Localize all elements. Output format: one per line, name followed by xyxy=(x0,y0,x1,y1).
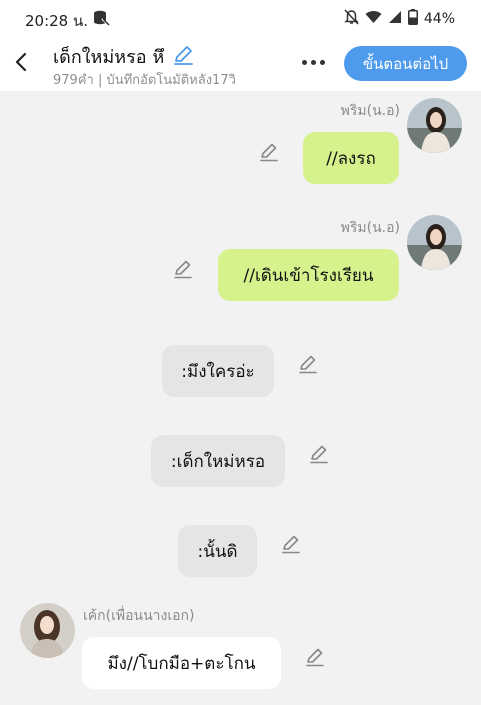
edit-title-pencil-icon[interactable] xyxy=(172,44,194,70)
message-bubble[interactable]: :เด็กใหม่หรอ xyxy=(151,435,285,487)
data-saver-icon xyxy=(92,10,110,30)
more-dot-icon xyxy=(319,59,325,65)
message-text: มึง//โบกมือ+ตะโกน xyxy=(107,653,256,674)
edit-message-pencil-icon[interactable] xyxy=(308,443,330,465)
battery-percent: 44% xyxy=(423,11,455,27)
word-count-autosave: 979คำ | บันทึกอัตโนมัติหลัง17วิ xyxy=(53,73,236,88)
message-bubble[interactable]: //ลงรถ xyxy=(303,132,399,184)
more-options-button[interactable] xyxy=(299,50,327,74)
edit-message-pencil-icon[interactable] xyxy=(172,258,194,280)
status-time: 20:28 น. xyxy=(25,12,89,30)
edit-message-pencil-icon[interactable] xyxy=(258,141,280,163)
message-text: //เดินเข้าโรงเรียน xyxy=(243,265,374,286)
page-title: เด็กใหม่หรอ หึ xyxy=(53,47,165,68)
wifi-icon xyxy=(365,10,382,28)
message-bubble[interactable]: //เดินเข้าโรงเรียน xyxy=(218,249,399,301)
avatar[interactable] xyxy=(407,215,462,270)
chat-area[interactable]: พริม(น.อ) //ลงรถ พริม(น.อ) //เดินเข้าโรง… xyxy=(0,91,481,705)
back-button[interactable] xyxy=(8,48,34,76)
edit-message-pencil-icon[interactable] xyxy=(297,353,319,375)
more-dot-icon xyxy=(310,59,316,65)
message-text: :มึงใครอ่ะ xyxy=(181,361,255,382)
message-text: :เด็กใหม่หรอ xyxy=(170,451,266,472)
next-step-button[interactable]: ขั้นตอนต่อไป xyxy=(344,46,467,81)
message-bubble[interactable]: :มึงใครอ่ะ xyxy=(162,345,274,397)
battery-icon xyxy=(407,9,418,29)
message-text: :นั้นดิ xyxy=(197,541,238,562)
mute-bell-icon xyxy=(344,9,359,29)
message-bubble[interactable]: :นั้นดิ xyxy=(178,525,257,577)
sender-name: พริม(น.อ) xyxy=(340,103,400,119)
edit-message-pencil-icon[interactable] xyxy=(304,646,326,668)
sender-name: เค้ก(เพื่อนนางเอก) xyxy=(83,608,195,624)
avatar[interactable] xyxy=(20,603,75,658)
message-bubble[interactable]: มึง//โบกมือ+ตะโกน xyxy=(82,637,281,689)
chevron-left-icon xyxy=(15,52,27,72)
more-dot-icon xyxy=(301,59,307,65)
status-bar: 20:28 น. 44% xyxy=(0,0,481,36)
edit-message-pencil-icon[interactable] xyxy=(280,533,302,555)
sender-name: พริม(น.อ) xyxy=(340,220,400,236)
signal-icon xyxy=(388,10,402,28)
message-text: //ลงรถ xyxy=(326,148,376,169)
chat-header: เด็กใหม่หรอ หึ 979คำ | บันทึกอัตโนมัติหล… xyxy=(0,36,481,91)
avatar[interactable] xyxy=(407,98,462,153)
